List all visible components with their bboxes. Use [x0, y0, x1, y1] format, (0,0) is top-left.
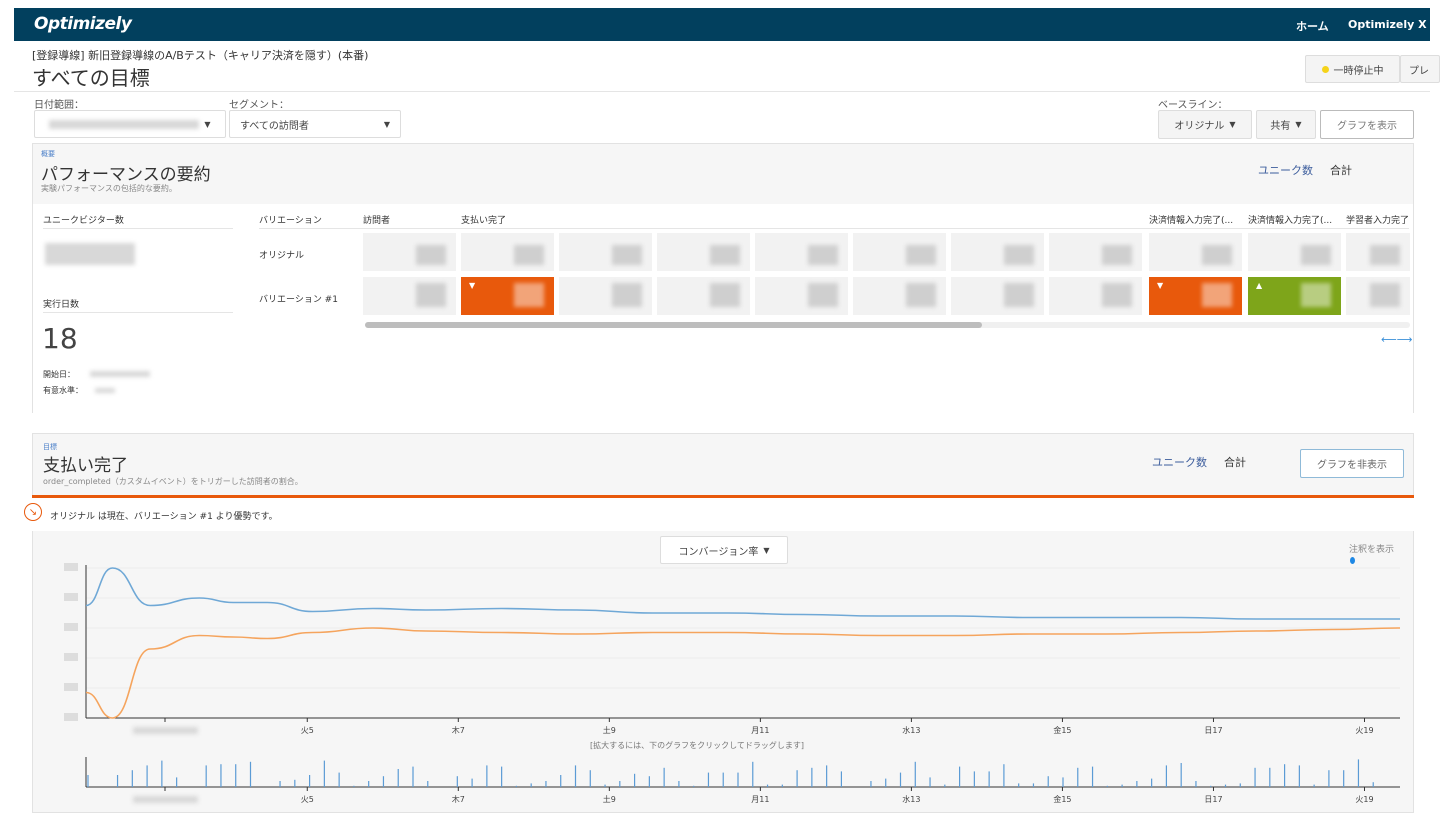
annotation-pin-icon[interactable] — [1350, 557, 1355, 564]
y-tick-label-blurred — [64, 683, 78, 691]
y-tick-label-blurred — [64, 623, 78, 631]
x-tick-label: 日17 — [1204, 726, 1223, 735]
x-tick-label: 火19 — [1355, 726, 1374, 735]
x-tick-label: 月11 — [751, 795, 770, 804]
x-tick-label: 金15 — [1053, 795, 1072, 804]
x-tick-label: 木7 — [451, 795, 465, 804]
x-tick-label: 日17 — [1204, 795, 1223, 804]
x-tick-label: 土9 — [602, 795, 616, 804]
y-tick-label-blurred — [64, 563, 78, 571]
x-tick-label: 火19 — [1355, 795, 1374, 804]
zoom-hint: [拡大するには、下のグラフをクリックしてドラッグします] — [590, 741, 804, 750]
x-tick-label: 木7 — [451, 726, 465, 735]
x-tick-label: 土9 — [602, 726, 616, 735]
chart-background — [34, 532, 1413, 812]
y-tick-label-blurred — [64, 593, 78, 601]
x-tick-label: 金15 — [1053, 726, 1072, 735]
y-tick-label-blurred — [64, 653, 78, 661]
metric-value: コンバージョン率 — [678, 546, 759, 558]
x-tick-label: 月11 — [751, 726, 770, 735]
chevron-down-icon: ▼ — [763, 545, 770, 555]
metric-dropdown[interactable]: コンバージョン率 ▼ — [660, 536, 788, 564]
x-tick-label: 水13 — [902, 726, 921, 735]
conversion-chart[interactable] — [0, 0, 1440, 822]
y-tick-label-blurred — [64, 713, 78, 721]
x-tick-label-blurred — [133, 796, 198, 803]
x-tick-label: 火5 — [300, 726, 314, 735]
x-tick-label: 水13 — [902, 795, 921, 804]
x-tick-label-blurred — [133, 727, 198, 734]
show-annotations-toggle[interactable]: 注釈を表示 — [1349, 542, 1394, 555]
x-tick-label: 火5 — [300, 795, 314, 804]
